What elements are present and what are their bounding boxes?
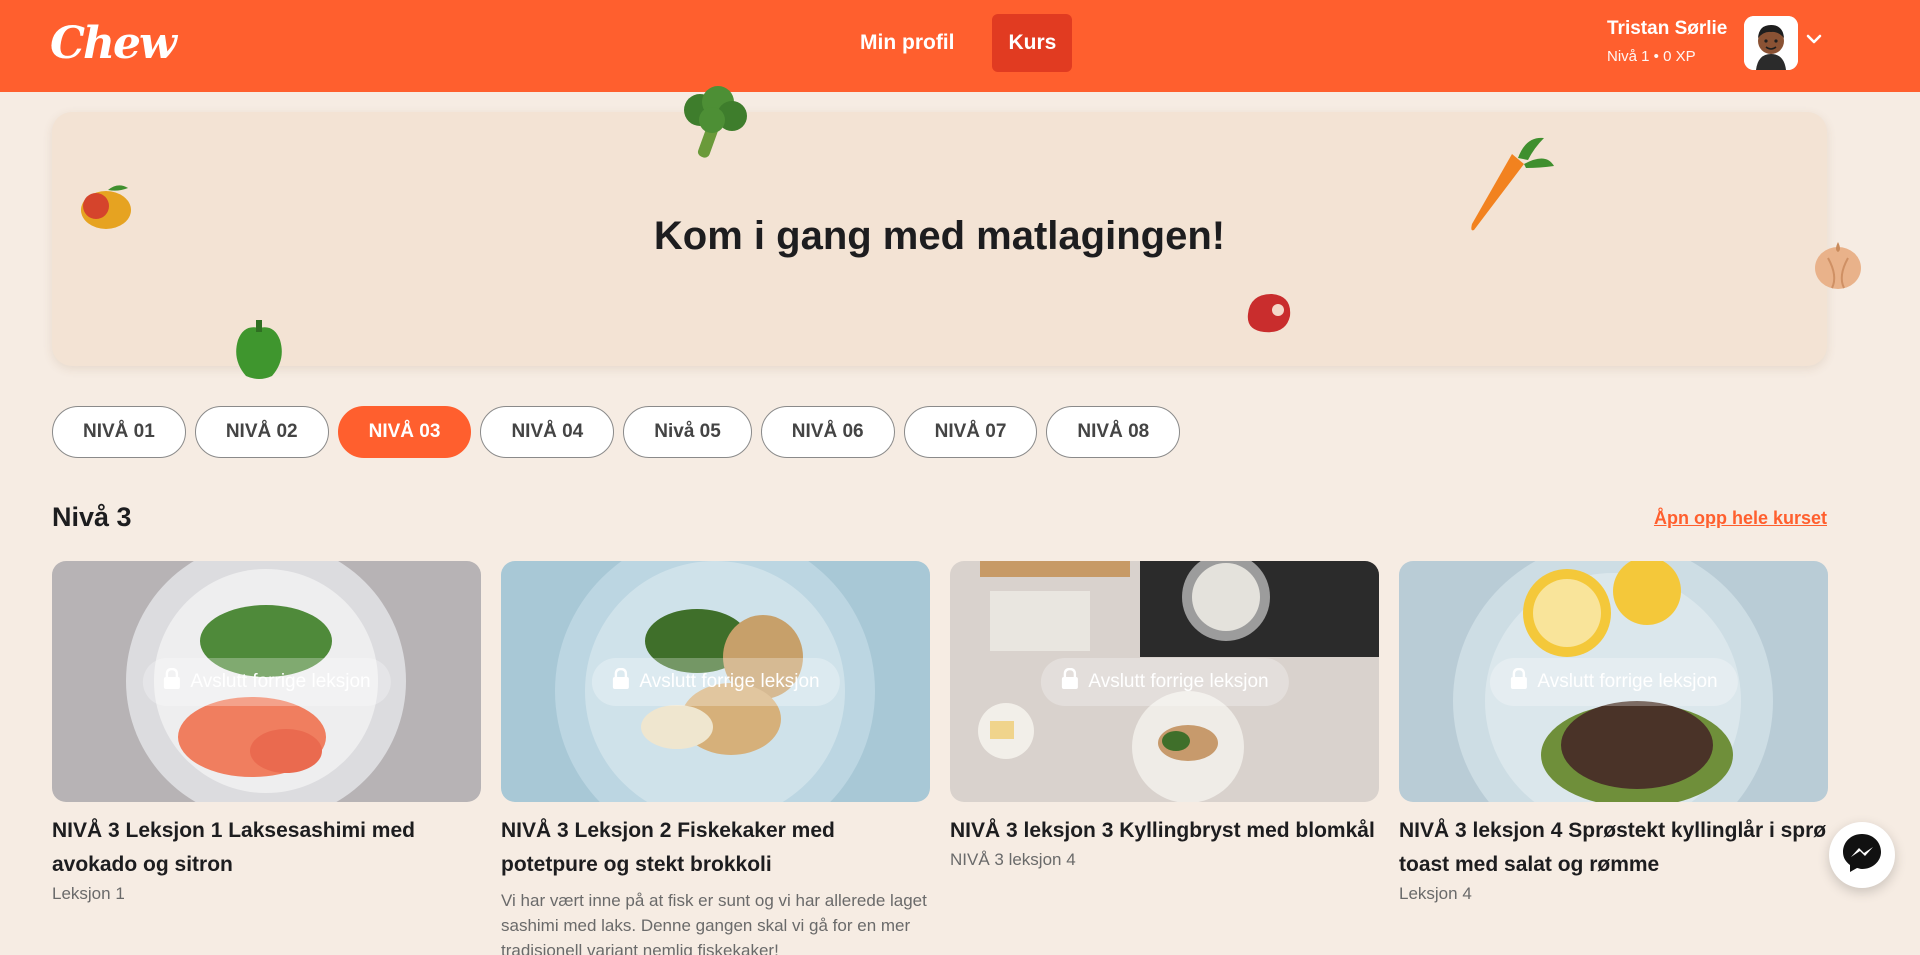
lock-label: Avslutt forrige leksjon	[1537, 670, 1718, 692]
messenger-chat-button[interactable]	[1829, 822, 1895, 888]
tab-level-05[interactable]: Nivå 05	[623, 406, 752, 458]
locked-chip: Avslutt forrige leksjon	[1489, 657, 1738, 706]
lesson-subtitle: Leksjon 4	[1399, 884, 1472, 903]
lock-label: Avslutt forrige leksjon	[1088, 670, 1269, 692]
lesson-title[interactable]: NIVÅ 3 Leksjon 1 Laksesashimi med avokad…	[52, 814, 481, 882]
messenger-icon	[1840, 831, 1884, 880]
lesson-cards: Avslutt forrige leksjon NIVÅ 3 Leksjon 1…	[52, 561, 1828, 955]
tab-level-07[interactable]: NIVÅ 07	[903, 406, 1038, 458]
tab-level-04[interactable]: NIVÅ 04	[480, 406, 615, 458]
steak-icon	[1242, 288, 1296, 343]
user-level: Nivå 1 • 0 XP	[1607, 48, 1696, 65]
lesson-subtitle: NIVÅ 3 leksjon 4	[950, 850, 1076, 869]
top-navigation-bar: Chew Min profil Kurs Tristan Sørlie Nivå…	[0, 0, 1920, 92]
hero-title: Kom i gang med matlagingen!	[653, 214, 1226, 258]
lesson-title[interactable]: NIVÅ 3 leksjon 4 Sprøstekt kyllinglår i …	[1399, 814, 1828, 882]
bell-pepper-icon	[230, 320, 288, 387]
lock-label: Avslutt forrige leksjon	[190, 670, 371, 692]
lesson-title[interactable]: NIVÅ 3 Leksjon 2 Fiskekaker med potetpur…	[501, 814, 930, 882]
lock-icon	[1060, 667, 1078, 696]
lesson-title[interactable]: NIVÅ 3 leksjon 3 Kyllingbryst med blomkå…	[950, 814, 1379, 848]
carrot-icon	[1464, 134, 1556, 239]
tab-level-08[interactable]: NIVÅ 08	[1046, 406, 1181, 458]
lock-icon	[611, 667, 629, 696]
lesson-card[interactable]: Avslutt forrige leksjon NIVÅ 3 Leksjon 2…	[501, 561, 930, 955]
user-name: Tristan Sørlie	[1607, 18, 1728, 39]
tab-level-02[interactable]: NIVÅ 02	[194, 406, 329, 458]
tab-level-06[interactable]: NIVÅ 06	[760, 406, 895, 458]
onion-icon	[1812, 236, 1864, 295]
lesson-subtitle: Leksjon 1	[52, 884, 125, 903]
lesson-card[interactable]: Avslutt forrige leksjon NIVÅ 3 leksjon 4…	[1399, 561, 1828, 955]
lesson-thumbnail[interactable]: Avslutt forrige leksjon	[501, 561, 930, 802]
lesson-thumbnail[interactable]: Avslutt forrige leksjon	[52, 561, 481, 802]
lesson-card[interactable]: Avslutt forrige leksjon NIVÅ 3 Leksjon 1…	[52, 561, 481, 955]
hero-banner: Kom i gang med matlagingen!	[52, 86, 1861, 379]
chew-logo[interactable]: Chew	[50, 18, 177, 69]
broccoli-icon	[672, 84, 754, 165]
tab-level-03[interactable]: NIVÅ 03	[337, 406, 472, 458]
lesson-card[interactable]: Avslutt forrige leksjon NIVÅ 3 leksjon 3…	[950, 561, 1379, 955]
chevron-down-icon[interactable]	[1806, 32, 1822, 50]
avatar[interactable]	[1744, 16, 1798, 70]
main-nav: Min profil Kurs	[844, 14, 1073, 72]
nav-min-profil[interactable]: Min profil	[844, 14, 970, 72]
nav-kurs[interactable]: Kurs	[992, 14, 1073, 72]
lesson-thumbnail[interactable]: Avslutt forrige leksjon	[1399, 561, 1828, 802]
level-tabs: NIVÅ 01 NIVÅ 02 NIVÅ 03 NIVÅ 04 Nivå 05 …	[52, 406, 1181, 458]
locked-chip: Avslutt forrige leksjon	[1040, 657, 1289, 706]
mango-icon	[78, 180, 134, 237]
user-info[interactable]: Tristan Sørlie Nivå 1 • 0 XP	[1607, 18, 1727, 65]
unlock-course-link[interactable]: Åpn opp hele kurset	[1654, 508, 1827, 529]
locked-chip: Avslutt forrige leksjon	[142, 657, 391, 706]
lock-icon	[1509, 667, 1527, 696]
lesson-thumbnail[interactable]: Avslutt forrige leksjon	[950, 561, 1379, 802]
tab-level-01[interactable]: NIVÅ 01	[52, 406, 186, 458]
section-title: Nivå 3	[52, 502, 132, 532]
lock-icon	[162, 667, 180, 696]
locked-chip: Avslutt forrige leksjon	[591, 657, 840, 706]
lock-label: Avslutt forrige leksjon	[639, 670, 820, 692]
lesson-description: Vi har vært inne på at fisk er sunt og v…	[501, 891, 927, 955]
